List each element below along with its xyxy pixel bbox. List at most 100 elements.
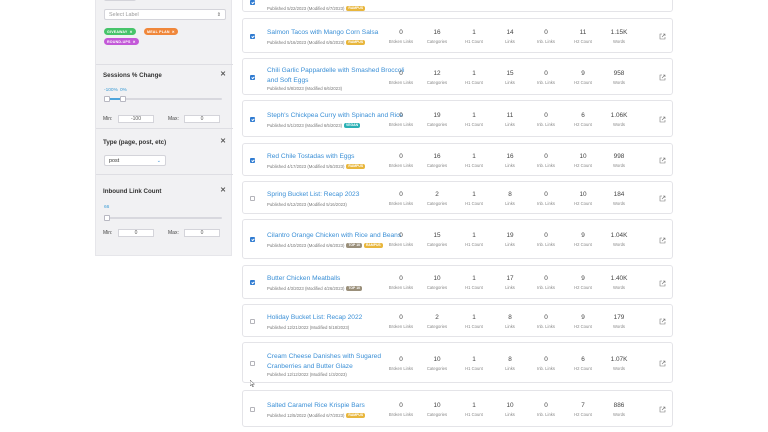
min-label: Min: — [103, 230, 113, 236]
post-row[interactable]: Salted Caramel Rice Krispie Bars Publishe… — [242, 390, 673, 427]
tag-round-ups[interactable]: ROUND-UPS ✕ — [104, 38, 139, 45]
post-row[interactable]: Red Chile Tostadas with Eggs Published 4/… — [242, 143, 673, 176]
external-link-icon[interactable] — [659, 116, 666, 123]
stat-value: 1.06K — [610, 111, 628, 119]
stat-value: 998 — [613, 152, 625, 160]
external-link-icon[interactable] — [659, 195, 666, 202]
row-checkbox[interactable] — [250, 116, 255, 122]
stat-label: H1 Count — [465, 162, 483, 168]
post-row[interactable]: Published 5/22/2023 (Modified 6/7/2023) R… — [242, 0, 673, 12]
stat-value: 1 — [472, 275, 476, 282]
external-link-icon[interactable] — [659, 318, 666, 325]
type-selected-value: post — [109, 157, 120, 164]
row-checkbox[interactable] — [250, 157, 255, 163]
stat-value: 10 — [506, 401, 514, 409]
stat-label: H2 Count — [574, 162, 592, 168]
stat-broken: 0 Broken Links — [381, 153, 421, 168]
external-link-icon[interactable] — [659, 33, 666, 40]
post-label-badge: RAMPUS — [346, 39, 366, 45]
publish-date-text: Published 12/12/2022 (Modified 1/3/2023) — [267, 371, 347, 377]
stat-label: H2 Count — [574, 365, 592, 371]
stat-label: Broken Links — [388, 200, 414, 206]
type-select[interactable]: post ⌄ — [104, 155, 166, 166]
external-link-icon[interactable] — [659, 360, 666, 367]
stat-categories: 10 Categories — [417, 275, 457, 290]
stat-words: 179 Words — [599, 314, 639, 329]
stat-h2: 9 H2 Count — [563, 232, 603, 247]
publish-info: Published 5/16/2023 (Modified 6/5/2023) R… — [267, 39, 366, 45]
external-link-icon[interactable] — [659, 157, 666, 164]
publish-info: Published 5/22/2023 (Modified 6/7/2023) R… — [267, 6, 366, 12]
stat-h1: 1 H1 Count — [454, 402, 494, 417]
max-input[interactable]: 0 — [184, 115, 220, 123]
stat-label: Broken Links — [388, 365, 414, 371]
slider-min-handle[interactable] — [104, 96, 110, 102]
stat-value: 2 — [435, 313, 439, 321]
stat-value: 179 — [613, 313, 625, 321]
partial-filter-input[interactable] — [104, 0, 136, 1]
label-select[interactable]: Select Label ⇕ — [104, 9, 226, 20]
stat-words: 1.07K Words — [599, 356, 639, 371]
stat-value: 0 — [544, 152, 548, 160]
stat-label: Categories — [426, 200, 448, 206]
stat-label: H2 Count — [574, 323, 592, 329]
publish-info: Published 4/3/2023 (Modified 4/26/2023) T… — [267, 286, 362, 292]
stat-label: Broken Links — [388, 121, 414, 127]
stat-value: 1 — [472, 313, 476, 321]
external-link-icon[interactable] — [659, 280, 666, 287]
post-row[interactable]: Chili Garlic Pappardelle with Smashed Br… — [242, 58, 673, 95]
post-row[interactable]: Holiday Bucket List: Recap 2022 Published… — [242, 304, 673, 337]
stat-label: H1 Count — [465, 365, 483, 371]
stat-label: Links — [505, 411, 515, 417]
row-checkbox[interactable] — [250, 237, 255, 242]
row-checkbox[interactable] — [250, 33, 255, 39]
min-input[interactable]: -100 — [118, 115, 154, 123]
row-checkbox[interactable] — [250, 360, 255, 366]
sessions-change-panel: Sessions % Change ✕ -100% 0% Min: -100 M… — [96, 65, 233, 129]
post-row[interactable]: Butter Chicken Meatballs Published 4/3/20… — [242, 265, 673, 299]
external-link-icon[interactable] — [659, 74, 666, 81]
stat-value: 8 — [508, 313, 512, 321]
row-checkbox[interactable] — [250, 74, 255, 80]
row-checkbox[interactable] — [250, 0, 255, 5]
min-input[interactable]: 0 — [118, 229, 154, 237]
post-row[interactable]: Spring Bucket List: Recap 2023 Published … — [242, 181, 673, 214]
external-link-icon[interactable] — [659, 406, 666, 413]
row-checkbox[interactable] — [250, 195, 255, 201]
close-icon[interactable]: ✕ — [129, 30, 132, 34]
post-row[interactable]: Steph's Chickpea Curry with Spinach and … — [242, 100, 673, 137]
stat-label: Links — [505, 285, 515, 290]
stat-label: Words — [612, 79, 626, 85]
slider-max-handle[interactable] — [120, 96, 126, 102]
slider-handle[interactable] — [104, 215, 110, 221]
row-checkbox[interactable] — [250, 318, 255, 324]
post-label-badge: RAMPUS — [346, 6, 366, 12]
stat-links: 19 Links — [490, 232, 530, 247]
stat-h2: 7 H2 Count — [563, 402, 603, 417]
stat-value: 0 — [544, 313, 548, 321]
close-icon[interactable]: ✕ — [133, 40, 136, 44]
row-checkbox[interactable] — [250, 406, 255, 412]
row-checkbox[interactable] — [250, 280, 255, 285]
stat-value: 0 — [399, 275, 403, 282]
tag-giveaway[interactable]: GIVEAWAY ✕ — [104, 28, 136, 35]
close-icon[interactable]: ✕ — [220, 70, 226, 78]
tag-meal-plan[interactable]: MEAL PLAN ✕ — [144, 28, 178, 35]
post-row[interactable]: Salmon Tacos with Mango Corn Salsa Publis… — [242, 18, 673, 53]
external-link-icon[interactable] — [659, 237, 666, 244]
close-icon[interactable]: ✕ — [220, 186, 226, 194]
stat-value: 8 — [508, 190, 512, 198]
post-row[interactable]: Cilantro Orange Chicken with Rice and Be… — [242, 219, 673, 259]
close-icon[interactable]: ✕ — [172, 30, 175, 34]
stat-value: 19 — [506, 232, 514, 239]
stat-value: 15 — [433, 232, 441, 239]
stat-value: 6 — [581, 355, 585, 363]
inbound-slider-track[interactable] — [106, 217, 222, 219]
range-min-label: -100% — [104, 88, 118, 93]
stat-broken: 0 Broken Links — [381, 314, 421, 329]
post-row[interactable]: Cream Cheese Danishes with Sugared Cranbe… — [242, 342, 673, 383]
max-input[interactable]: 0 — [184, 229, 220, 237]
stat-h1: 1 H1 Count — [454, 153, 494, 168]
stat-label: H1 Count — [465, 411, 483, 417]
close-icon[interactable]: ✕ — [220, 137, 226, 145]
